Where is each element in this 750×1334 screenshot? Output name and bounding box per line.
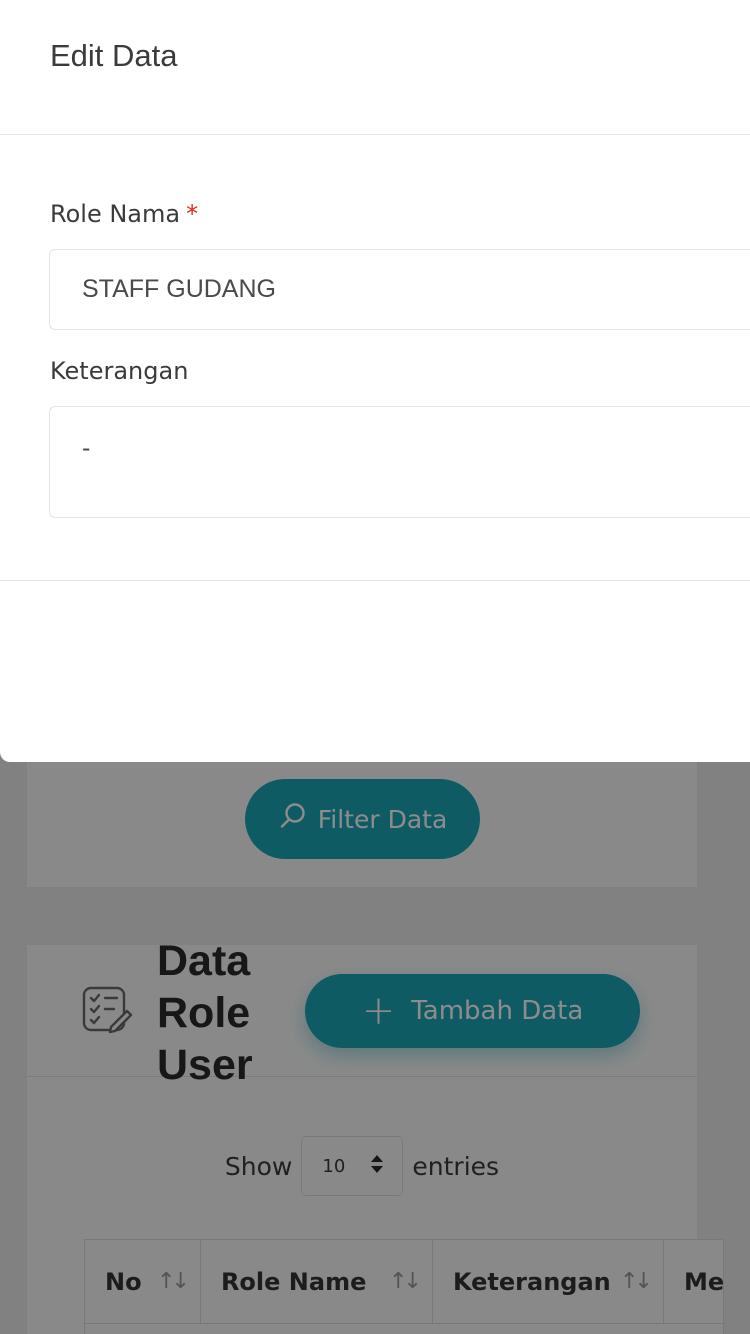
keterangan-label: Keterangan — [50, 357, 189, 385]
role-name-input[interactable]: STAFF GUDANG — [49, 249, 750, 330]
required-mark: * — [186, 200, 199, 228]
role-name-label-text: Role Nama — [50, 200, 181, 228]
role-name-label: Role Nama * — [50, 200, 198, 228]
modal-title: Edit Data — [50, 38, 178, 73]
edit-data-modal: Edit Data Role Nama * STAFF GUDANG Ketera… — [0, 0, 750, 762]
modal-footer-divider — [0, 580, 750, 581]
keterangan-textarea[interactable]: - — [49, 406, 750, 518]
modal-header-divider — [0, 134, 750, 135]
